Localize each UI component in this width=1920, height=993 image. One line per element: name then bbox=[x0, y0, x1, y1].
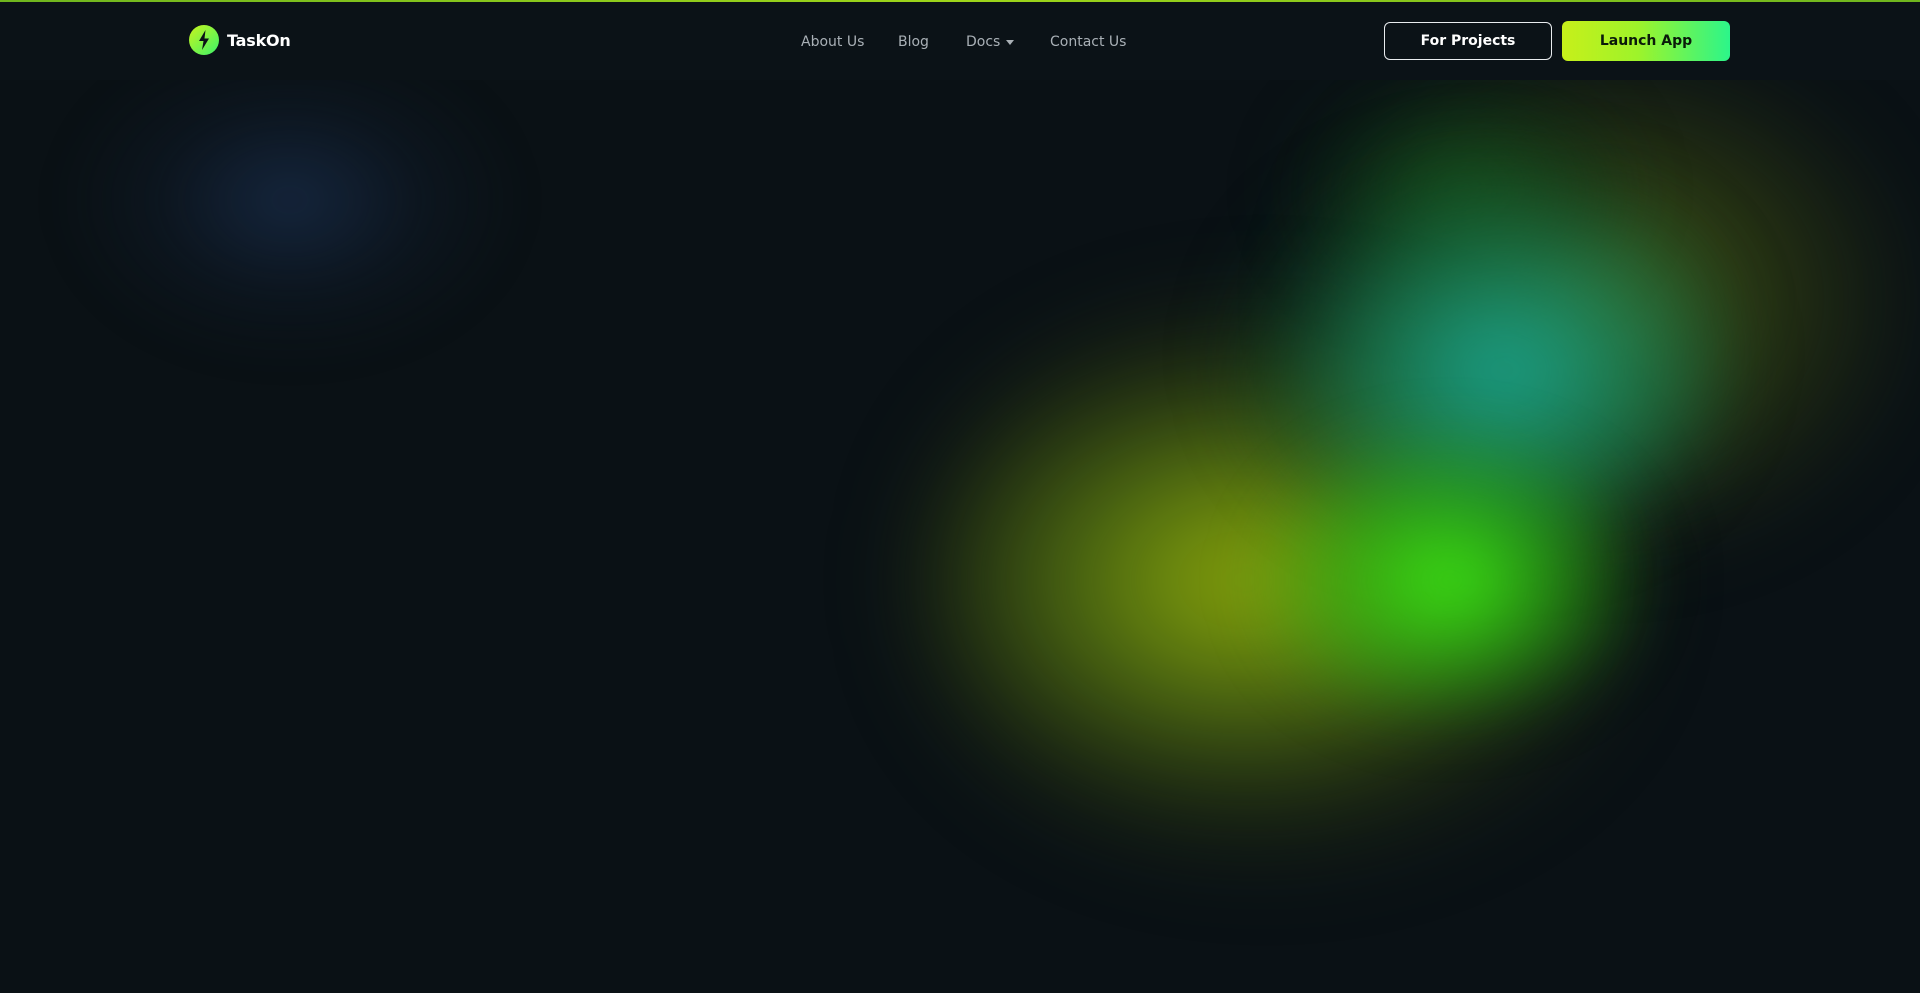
nav-item-blog[interactable]: Blog bbox=[898, 32, 929, 52]
nav-item-contact-us[interactable]: Contact Us bbox=[1050, 32, 1126, 52]
page: TaskOn About Us Blog Docs Contact Us For… bbox=[0, 0, 1920, 993]
top-accent-line bbox=[0, 0, 1920, 2]
nav-item-docs-label: Docs bbox=[966, 34, 1001, 50]
site-header: TaskOn About Us Blog Docs Contact Us For… bbox=[0, 2, 1920, 80]
for-projects-button[interactable]: For Projects bbox=[1384, 22, 1552, 60]
background-glow-green bbox=[1250, 430, 1650, 730]
nav-item-about-us[interactable]: About Us bbox=[801, 32, 864, 52]
nav-item-docs[interactable]: Docs bbox=[966, 32, 1015, 52]
background-glow-blue bbox=[60, 40, 520, 360]
background-glow-olive bbox=[1300, 40, 1920, 560]
caret-down-icon bbox=[1006, 39, 1015, 45]
background-glow-dark-green bbox=[1280, 60, 1640, 320]
launch-app-button[interactable]: Launch App bbox=[1562, 21, 1730, 61]
background-glow-teal bbox=[1230, 150, 1730, 550]
background-glow-yellow bbox=[920, 300, 1640, 860]
